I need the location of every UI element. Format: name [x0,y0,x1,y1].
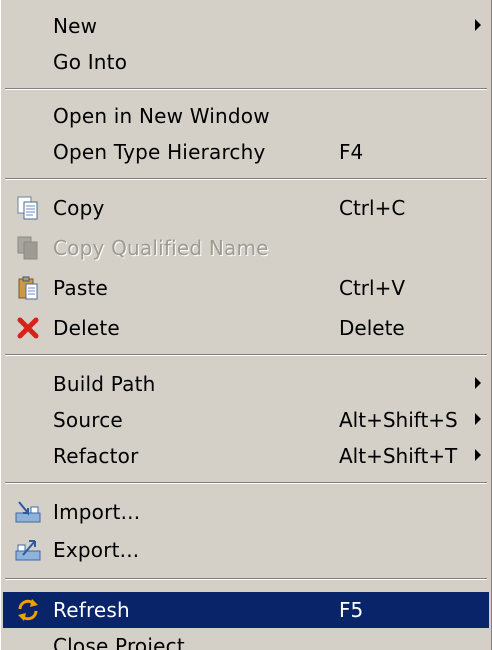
menu-item-shortcut: Alt+Shift+T [339,444,458,468]
copy-icon [15,195,41,221]
menu-item-paste[interactable]: Paste Ctrl+V [3,270,489,306]
menu-item-label: Source [53,408,123,432]
menu-item-export[interactable]: Export... [3,532,489,568]
menu-item-label: Copy Qualified Name [53,236,269,260]
menu-item-label: Export... [53,538,140,562]
menu-item-shortcut: Ctrl+V [339,276,406,300]
menu-item-label: Refactor [53,444,139,468]
refresh-icon [15,597,41,623]
menu-item-open-type-hierarchy[interactable]: Open Type Hierarchy F4 [3,134,489,170]
menu-item-import[interactable]: Import... [3,494,489,530]
menu-item-label: Build Path [53,372,156,396]
menu-item-open-in-new-window[interactable]: Open in New Window [3,98,489,134]
submenu-arrow-icon [475,377,481,389]
menu-item-build-path[interactable]: Build Path [3,366,489,402]
menu-separator [5,354,487,356]
menu-item-source[interactable]: Source Alt+Shift+S [3,402,489,438]
copy-qualified-name-icon [15,235,41,261]
submenu-arrow-icon [475,449,481,461]
menu-item-delete[interactable]: Delete Delete [3,310,489,346]
menu-separator [5,578,487,580]
context-menu: New Go Into Open in New Window Open Type… [0,0,492,650]
paste-icon [15,275,41,301]
menu-item-label: Copy [53,196,105,220]
menu-item-refactor[interactable]: Refactor Alt+Shift+T [3,438,489,474]
menu-separator [5,482,487,484]
menu-item-shortcut: F4 [339,140,364,164]
menu-item-copy[interactable]: Copy Ctrl+C [3,190,489,226]
delete-icon [15,315,41,341]
import-icon [15,499,41,525]
menu-item-copy-qualified-name: Copy Qualified Name [3,230,489,266]
menu-item-label: Import... [53,500,141,524]
menu-item-go-into[interactable]: Go Into [3,44,489,80]
menu-item-shortcut: Alt+Shift+S [339,408,458,432]
menu-item-label: Refresh [53,598,130,622]
menu-item-label: Open Type Hierarchy [53,140,266,164]
menu-item-label: Open in New Window [53,104,270,128]
menu-separator [5,178,487,180]
menu-item-refresh[interactable]: Refresh F5 [3,592,489,628]
menu-item-label: Paste [53,276,108,300]
submenu-arrow-icon [475,413,481,425]
menu-item-label: Close Project [53,634,185,650]
export-icon [15,537,41,563]
menu-item-label: New [53,14,98,38]
menu-item-shortcut: F5 [339,598,364,622]
submenu-arrow-icon [475,19,481,31]
menu-item-close-project[interactable]: Close Project [3,628,489,650]
menu-item-label: Delete [53,316,120,340]
menu-item-label: Go Into [53,50,128,74]
menu-separator [5,88,487,90]
menu-item-new[interactable]: New [3,8,489,44]
menu-item-shortcut: Ctrl+C [339,196,406,220]
menu-item-shortcut: Delete [339,316,405,340]
